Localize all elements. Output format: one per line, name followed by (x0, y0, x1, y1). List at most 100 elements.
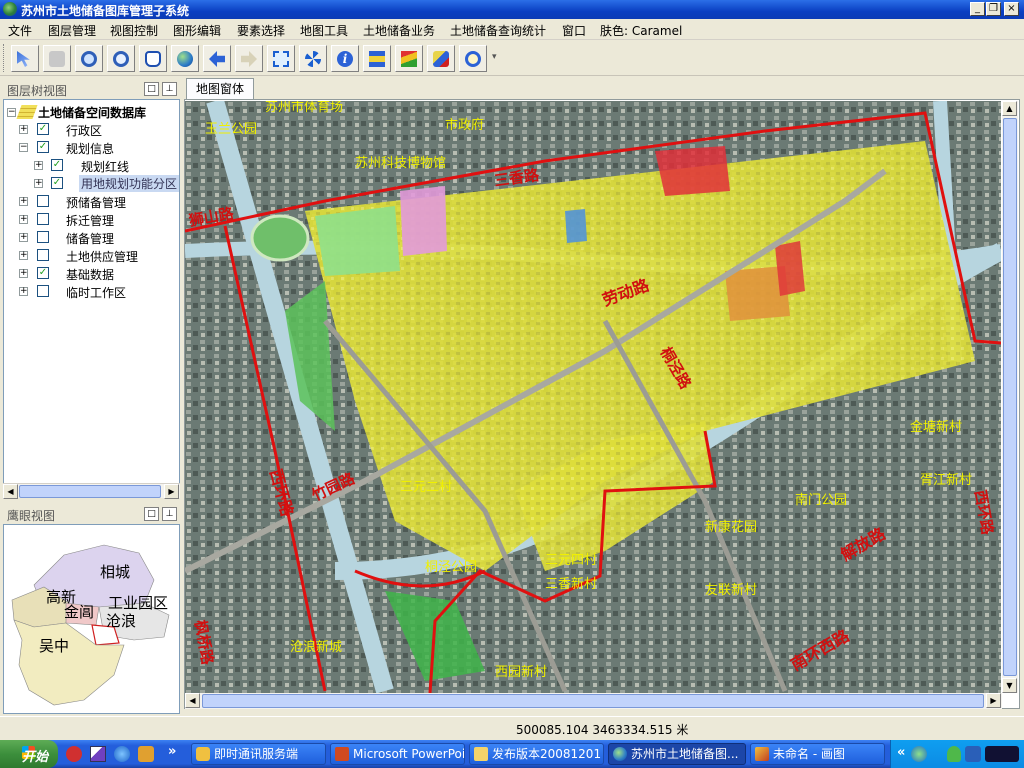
quicklaunch-paint-icon[interactable] (138, 746, 154, 762)
layer-checkbox[interactable]: ✓ (37, 123, 49, 135)
place-label-stadium: 苏州市体育场 (265, 101, 343, 115)
quicklaunch-app-icon[interactable] (90, 746, 106, 762)
menu-view-control[interactable]: 视图控制 (110, 22, 158, 39)
expand-toggle[interactable]: + (34, 179, 43, 188)
parcel-red-east (775, 241, 805, 296)
place-label-canglang-new: 沧浪新城 (290, 639, 342, 655)
quicklaunch-overflow-icon[interactable]: » (168, 744, 176, 759)
menu-layer-management[interactable]: 图层管理 (48, 22, 96, 39)
expand-toggle[interactable]: + (34, 161, 43, 170)
layer-checkbox[interactable]: ✓ (37, 231, 49, 243)
place-label-xiyuan: 西园新村 (495, 664, 547, 680)
layer-checkbox[interactable]: ✓ (51, 159, 63, 171)
globe-button[interactable] (171, 45, 199, 72)
taskbar-task-im-server[interactable]: 即时通讯服务端 (191, 743, 326, 765)
tray-user-icon[interactable] (947, 746, 961, 762)
menu-file[interactable]: 文件 (8, 22, 32, 39)
forward-button[interactable] (235, 45, 263, 72)
expand-toggle[interactable]: + (19, 233, 28, 242)
layer-style-button[interactable] (395, 45, 423, 72)
place-label-xinkang: 新康花园 (705, 519, 757, 535)
toolbar-overflow-chevron-icon[interactable]: ▾ (492, 52, 497, 62)
pan-button[interactable] (139, 45, 167, 72)
tray-expand-button[interactable]: « (897, 745, 905, 760)
expand-toggle[interactable]: + (19, 269, 28, 278)
scroll-down-button[interactable]: ▼ (1002, 678, 1017, 693)
select-pointer-button[interactable] (11, 45, 39, 72)
scroll-thumb[interactable] (19, 485, 161, 498)
measure-button[interactable] (363, 45, 391, 72)
back-button[interactable] (203, 45, 231, 72)
layer-checkbox[interactable]: ✓ (37, 213, 49, 225)
menu-land-reserve-business[interactable]: 土地储备业务 (363, 22, 435, 39)
layer-tree-minimize-button[interactable]: □ (144, 82, 159, 96)
taskbar-task-powerpoint[interactable]: Microsoft PowerPoi... (330, 743, 465, 765)
menu-graphic-edit[interactable]: 图形编辑 (173, 22, 221, 39)
layer-tree-title: 图层树视图 (7, 84, 68, 98)
vscroll-thumb[interactable] (1003, 118, 1017, 676)
place-label-city-hall: 市政府 (445, 117, 484, 133)
quicklaunch-stop-icon[interactable] (66, 746, 82, 762)
menu-land-reserve-query[interactable]: 土地储备查询统计 (450, 22, 546, 39)
minimize-button[interactable]: _ (970, 2, 985, 16)
scroll-left-button[interactable]: ◀ (3, 484, 18, 499)
menu-window[interactable]: 窗口 (562, 22, 586, 39)
find-button[interactable] (459, 45, 487, 72)
toolbar-grip[interactable] (3, 44, 6, 72)
root-collapse-toggle[interactable]: − (7, 108, 16, 117)
scroll-right-button[interactable]: ▶ (164, 484, 179, 499)
expand-toggle[interactable]: + (19, 215, 28, 224)
menu-feature-select[interactable]: 要素选择 (237, 22, 285, 39)
full-extent-button[interactable] (267, 45, 295, 72)
expand-toggle[interactable]: + (19, 197, 28, 206)
layer-tree-root[interactable]: 土地储备空间数据库 (38, 104, 146, 121)
menu-map-tools[interactable]: 地图工具 (300, 22, 348, 39)
map-horizontal-scrollbar[interactable]: ◀ ▶ (185, 693, 1002, 709)
start-button[interactable]: 开始 (0, 740, 58, 768)
taskbar-task-paint[interactable]: 未命名 - 画图 (750, 743, 885, 765)
overview-map[interactable]: 相城 高新 金阊 工业园区 沧浪 吴中 (3, 524, 180, 714)
scroll-right-button[interactable]: ▶ (986, 693, 1001, 708)
expand-toggle[interactable]: + (19, 251, 28, 260)
map-svg: 劳动路 南环西路 解放路 西环路 竹园路 狮山路 桐泾路 三香路 西环路 枫桥路… (185, 101, 1001, 693)
zoom-out-button[interactable] (107, 45, 135, 72)
taskbar-task-release-folder[interactable]: 发布版本20081201 (469, 743, 604, 765)
close-button[interactable]: × (1004, 2, 1019, 16)
layer-tree-pin-button[interactable]: ⊥ (162, 82, 177, 96)
overview-pin-button[interactable]: ⊥ (162, 507, 177, 521)
overview-minimize-button[interactable]: □ (144, 507, 159, 521)
place-label-yulan-park: 玉兰公园 (205, 122, 257, 137)
layer-checkbox[interactable]: ✓ (37, 195, 49, 207)
zoom-in-button[interactable] (75, 45, 103, 72)
fixed-zoom-button[interactable] (299, 45, 327, 72)
tray-network-icon[interactable] (965, 746, 981, 762)
layer-checkbox[interactable]: ✓ (37, 285, 49, 297)
map-vertical-scrollbar[interactable]: ▲ ▼ (1002, 101, 1018, 693)
zoom-previous-button[interactable] (43, 45, 71, 72)
quicklaunch-ie-icon[interactable] (114, 746, 130, 762)
layer-checkbox[interactable]: ✓ (37, 141, 49, 153)
taskbar-task-suzhou-gis[interactable]: 苏州市土地储备图... (608, 743, 746, 765)
pin-button[interactable] (427, 45, 455, 72)
info-button[interactable]: i (331, 45, 359, 72)
collapse-toggle[interactable]: − (19, 143, 28, 152)
map-canvas[interactable]: 劳动路 南环西路 解放路 西环路 竹园路 狮山路 桐泾路 三香路 西环路 枫桥路… (185, 101, 1001, 693)
expand-toggle[interactable]: + (19, 125, 28, 134)
menu-skin[interactable]: 肤色: Caramel (600, 22, 682, 39)
scroll-left-button[interactable]: ◀ (185, 693, 200, 708)
hscroll-thumb[interactable] (202, 694, 984, 708)
scroll-up-button[interactable]: ▲ (1002, 101, 1017, 116)
expand-toggle[interactable]: + (19, 287, 28, 296)
layer-checkbox[interactable]: ✓ (51, 177, 63, 189)
restore-button[interactable]: ❐ (986, 2, 1001, 16)
layer-checkbox[interactable]: ✓ (37, 249, 49, 261)
layer-checkbox[interactable]: ✓ (37, 267, 49, 279)
measure-icon (369, 51, 385, 67)
tab-map-window[interactable]: 地图窗体 (186, 78, 254, 100)
overview-districts-svg: 相城 高新 金阊 工业园区 沧浪 吴中 (11, 544, 170, 706)
layer-tree-horizontal-scrollbar[interactable]: ◀ ▶ (3, 483, 180, 499)
layer-label: 基础数据 (66, 268, 115, 282)
tray-globe-icon[interactable] (911, 746, 927, 762)
tray-clock-icon[interactable] (985, 746, 1019, 762)
district-label-canglang: 沧浪 (106, 612, 136, 630)
